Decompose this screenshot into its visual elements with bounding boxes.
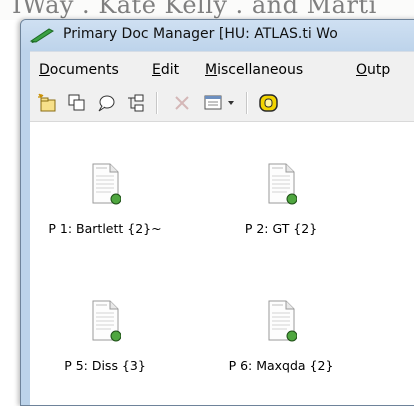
toolbar xyxy=(30,85,414,122)
document-icon xyxy=(92,163,121,205)
toolbar-separator xyxy=(156,92,158,114)
document-icon xyxy=(268,163,297,205)
background-document: IWay . Kate Kelly . and Marti xyxy=(0,0,414,20)
view-options-icon[interactable] xyxy=(204,93,244,117)
document-label: P 6: Maxqda {2} xyxy=(228,358,334,373)
menu-documents[interactable]: Documents xyxy=(39,62,119,78)
document-icon xyxy=(92,300,121,342)
document-icon xyxy=(268,300,297,342)
title-bar[interactable]: Primary Doc Manager [HU: ATLAS.ti Wo xyxy=(21,20,414,50)
document-item-p6[interactable]: P 6: Maxqda {2} xyxy=(216,300,346,390)
document-label: P 5: Diss {3} xyxy=(64,358,146,373)
menu-edit[interactable]: Edit xyxy=(152,62,179,78)
copy-icon[interactable] xyxy=(67,93,87,117)
document-item-p5[interactable]: P 5: Diss {3} xyxy=(40,300,170,390)
primary-doc-manager-window: Primary Doc Manager [HU: ATLAS.ti Wo Doc… xyxy=(20,19,414,406)
comment-icon[interactable] xyxy=(96,93,116,117)
delete-icon[interactable] xyxy=(172,93,192,117)
menu-output[interactable]: Outp xyxy=(356,62,390,78)
document-list: P 1: Bartlett {2}~ P 2: GT {2} P 5: Diss… xyxy=(30,122,414,405)
document-label: P 1: Bartlett {2}~ xyxy=(48,221,162,236)
document-item-p2[interactable]: P 2: GT {2} xyxy=(216,163,346,253)
document-item-p1[interactable]: P 1: Bartlett {2}~ xyxy=(40,163,170,253)
app-pen-icon xyxy=(29,27,55,47)
new-document-icon[interactable] xyxy=(37,93,57,117)
toolbar-separator xyxy=(246,92,248,114)
window-title: Primary Doc Manager [HU: ATLAS.ti Wo xyxy=(63,26,338,42)
menu-miscellaneous[interactable]: Miscellaneous xyxy=(205,62,303,78)
document-label: P 2: GT {2} xyxy=(244,221,318,236)
background-document-text: IWay . Kate Kelly . and Marti xyxy=(12,0,377,19)
tree-icon[interactable] xyxy=(126,93,146,117)
highlight-icon[interactable] xyxy=(258,93,280,117)
menu-bar: Documents Edit Miscellaneous Outp xyxy=(30,51,414,86)
